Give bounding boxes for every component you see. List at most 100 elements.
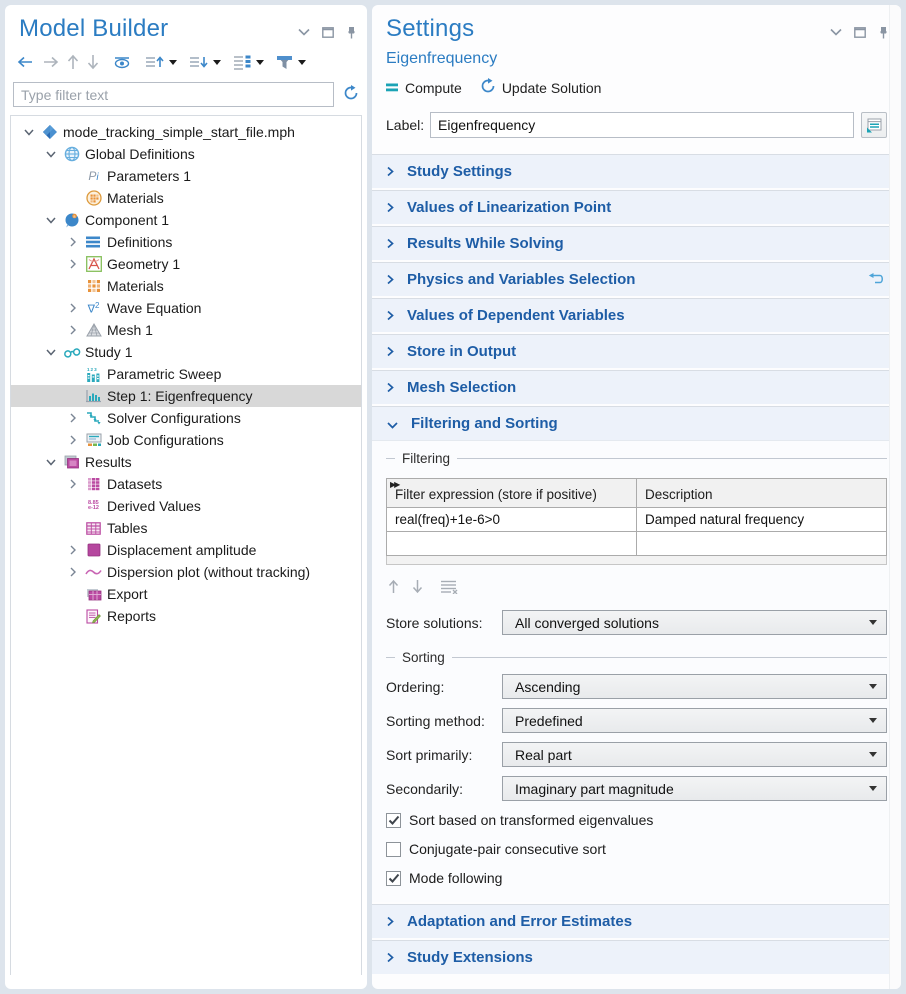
tree-item-job-configurations[interactable]: Job Configurations bbox=[11, 429, 361, 451]
secondarily-select[interactable]: Imaginary part magnitude bbox=[502, 776, 887, 801]
filter-funnel-button[interactable] bbox=[274, 53, 308, 72]
tree-item-derived-values[interactable]: 8.85e-12 Derived Values bbox=[11, 495, 361, 517]
section-values-of-dependent-variables[interactable]: Values of Dependent Variables bbox=[372, 298, 901, 332]
tree-item-results[interactable]: Results bbox=[11, 451, 361, 473]
tree-item-study[interactable]: Study 1 bbox=[11, 341, 361, 363]
filter-expression-cell[interactable] bbox=[387, 532, 637, 556]
chevron-collapsed-icon[interactable] bbox=[63, 479, 82, 489]
chevron-collapsed-icon bbox=[387, 950, 394, 966]
chevron-expanded-icon[interactable] bbox=[41, 217, 60, 224]
update-solution-button[interactable]: Update Solution bbox=[480, 78, 602, 97]
checkbox-unchecked[interactable] bbox=[386, 842, 401, 857]
panel-menu-chevron-icon[interactable] bbox=[830, 28, 842, 36]
collapse-caret-icon[interactable] bbox=[169, 60, 177, 65]
tree-item-label: Parameters 1 bbox=[107, 168, 191, 184]
tree-item-label: Job Configurations bbox=[107, 432, 224, 448]
chevron-collapsed-icon[interactable] bbox=[63, 567, 82, 577]
section-results-while-solving[interactable]: Results While Solving bbox=[372, 226, 901, 260]
tree-item-solver-configurations[interactable]: Solver Configurations bbox=[11, 407, 361, 429]
back-button[interactable] bbox=[15, 54, 36, 70]
secondarily-row: Secondarily: Imaginary part magnitude bbox=[386, 776, 887, 801]
compute-button[interactable]: Compute bbox=[386, 80, 462, 96]
tree-item-eigenfrequency-step[interactable]: Step 1: Eigenfrequency bbox=[11, 385, 361, 407]
tree-item-dispersion-plot[interactable]: Dispersion plot (without tracking) bbox=[11, 561, 361, 583]
section-mesh-selection[interactable]: Mesh Selection bbox=[372, 370, 901, 404]
ordering-select[interactable]: Ascending bbox=[502, 674, 887, 699]
section-filtering-and-sorting[interactable]: Filtering and Sorting bbox=[372, 406, 901, 440]
tree-item-global-definitions[interactable]: Global Definitions bbox=[11, 143, 361, 165]
expand-caret-icon[interactable] bbox=[213, 60, 221, 65]
tree-item-datasets[interactable]: Datasets bbox=[11, 473, 361, 495]
collapse-all-button[interactable] bbox=[143, 53, 179, 71]
table-horizontal-scrollbar[interactable] bbox=[386, 556, 887, 565]
sort-primarily-select[interactable]: Real part bbox=[502, 742, 887, 767]
filter-description-cell[interactable]: Damped natural frequency bbox=[637, 508, 887, 532]
rename-node-button[interactable] bbox=[861, 112, 887, 138]
chevron-expanded-icon[interactable] bbox=[19, 129, 38, 136]
tree-item-displacement-amplitude[interactable]: Displacement amplitude bbox=[11, 539, 361, 561]
section-study-extensions[interactable]: Study Extensions bbox=[372, 940, 901, 974]
chevron-collapsed-icon[interactable] bbox=[63, 413, 82, 423]
settings-scrollbar[interactable] bbox=[889, 5, 901, 989]
chevron-collapsed-icon[interactable] bbox=[63, 435, 82, 445]
filter-table-header-description[interactable]: Description bbox=[637, 479, 887, 508]
chevron-collapsed-icon[interactable] bbox=[63, 259, 82, 269]
forward-button[interactable] bbox=[40, 54, 61, 70]
tree-item-export[interactable]: Export bbox=[11, 583, 361, 605]
chevron-collapsed-icon[interactable] bbox=[63, 545, 82, 555]
panel-menu-chevron-icon[interactable] bbox=[298, 28, 310, 36]
tree-item-materials-global[interactable]: Materials bbox=[11, 187, 361, 209]
show-eye-button[interactable] bbox=[111, 54, 133, 71]
move-down-button[interactable] bbox=[85, 52, 101, 72]
tree-item-component[interactable]: a Component 1 bbox=[11, 209, 361, 231]
expand-all-button[interactable] bbox=[187, 53, 223, 71]
sorting-method-select[interactable]: Predefined bbox=[502, 708, 887, 733]
tree-item-materials-component[interactable]: Materials bbox=[11, 275, 361, 297]
chevron-collapsed-icon[interactable] bbox=[63, 325, 82, 335]
node-text-caret-icon[interactable] bbox=[256, 60, 264, 65]
filter-description-cell[interactable] bbox=[637, 532, 887, 556]
filter-caret-icon[interactable] bbox=[298, 60, 306, 65]
tree-item-geometry[interactable]: Geometry 1 bbox=[11, 253, 361, 275]
filter-table-row[interactable]: real(freq)+1e-6>0 Damped natural frequen… bbox=[387, 508, 887, 532]
export-icon bbox=[82, 587, 105, 601]
section-store-in-output[interactable]: Store in Output bbox=[372, 334, 901, 368]
reset-section-icon[interactable] bbox=[868, 272, 885, 288]
filter-expression-cell[interactable]: real(freq)+1e-6>0 bbox=[387, 508, 637, 532]
checkbox-checked[interactable] bbox=[386, 871, 401, 886]
sorting-method-label: Sorting method: bbox=[386, 713, 502, 729]
delete-row-button[interactable] bbox=[440, 579, 458, 597]
filter-table-header-expression[interactable]: ▶▶ Filter expression (store if positive) bbox=[387, 479, 637, 508]
float-window-icon[interactable] bbox=[322, 27, 334, 38]
float-window-icon[interactable] bbox=[854, 27, 866, 38]
label-input[interactable] bbox=[430, 112, 854, 138]
pin-icon[interactable] bbox=[346, 26, 357, 39]
pin-icon[interactable] bbox=[878, 26, 889, 39]
model-tree-node-text-button[interactable] bbox=[231, 53, 266, 72]
move-row-up-button[interactable] bbox=[388, 579, 399, 597]
chevron-collapsed-icon[interactable] bbox=[63, 237, 82, 247]
tree-item-model-file[interactable]: mode_tracking_simple_start_file.mph bbox=[11, 121, 361, 143]
store-solutions-select[interactable]: All converged solutions bbox=[502, 610, 887, 635]
tree-item-reports[interactable]: Reports bbox=[11, 605, 361, 627]
section-adaptation-and-error-estimates[interactable]: Adaptation and Error Estimates bbox=[372, 904, 901, 938]
chevron-expanded-icon[interactable] bbox=[41, 151, 60, 158]
tree-item-parameters[interactable]: Pi Parameters 1 bbox=[11, 165, 361, 187]
tree-item-mesh[interactable]: Mesh 1 bbox=[11, 319, 361, 341]
section-physics-and-variables-selection[interactable]: Physics and Variables Selection bbox=[372, 262, 901, 296]
tree-item-definitions[interactable]: Definitions bbox=[11, 231, 361, 253]
move-up-button[interactable] bbox=[65, 52, 81, 72]
chevron-expanded-icon[interactable] bbox=[41, 349, 60, 356]
filter-table-row-empty[interactable] bbox=[387, 532, 887, 556]
refresh-icon[interactable] bbox=[343, 85, 359, 104]
chevron-collapsed-icon[interactable] bbox=[63, 303, 82, 313]
chevron-expanded-icon[interactable] bbox=[41, 459, 60, 466]
tree-item-wave-equation[interactable]: ∇2 Wave Equation bbox=[11, 297, 361, 319]
tree-filter-input[interactable] bbox=[13, 82, 334, 107]
move-row-down-button[interactable] bbox=[412, 579, 423, 597]
tree-item-tables[interactable]: Tables bbox=[11, 517, 361, 539]
section-study-settings[interactable]: Study Settings bbox=[372, 154, 901, 188]
section-values-of-linearization-point[interactable]: Values of Linearization Point bbox=[372, 190, 901, 224]
checkbox-checked[interactable] bbox=[386, 813, 401, 828]
tree-item-parametric-sweep[interactable]: 123 Parametric Sweep bbox=[11, 363, 361, 385]
